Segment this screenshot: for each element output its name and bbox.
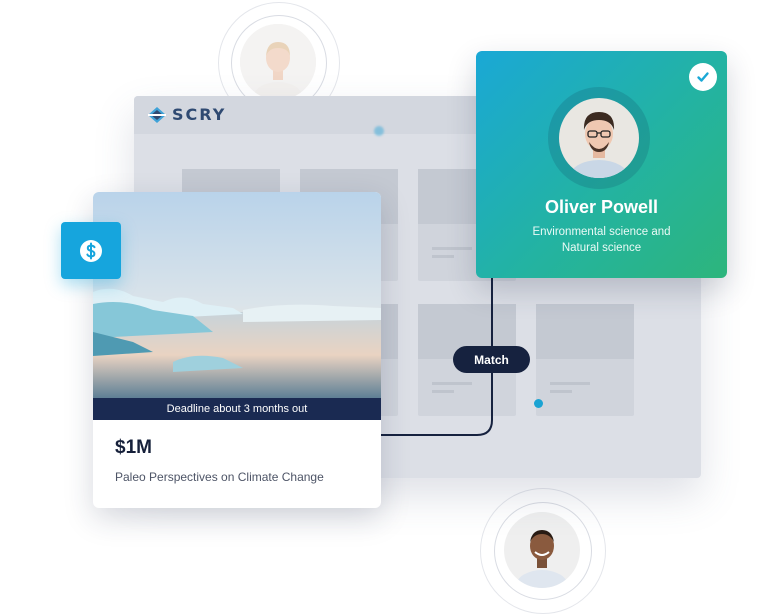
profile-field-line2: Natural science bbox=[561, 242, 642, 254]
grant-amount: $1M bbox=[115, 437, 152, 458]
check-icon bbox=[697, 72, 709, 82]
grant-card[interactable]: Deadline about 3 months out $1M Paleo Pe… bbox=[93, 192, 381, 508]
match-badge: Match bbox=[453, 346, 530, 373]
profile-field: Environmental science and Natural scienc… bbox=[506, 224, 697, 256]
profile-card[interactable]: Oliver Powell Environmental science and … bbox=[476, 51, 727, 278]
grant-photo-glacier bbox=[93, 192, 381, 398]
deadline-bar: Deadline about 3 months out bbox=[93, 398, 381, 420]
grant-title: Paleo Perspectives on Climate Change bbox=[115, 470, 324, 484]
dollar-badge bbox=[61, 222, 121, 279]
profile-field-line1: Environmental science and bbox=[532, 226, 671, 238]
profile-avatar bbox=[559, 98, 639, 178]
profile-name: Oliver Powell bbox=[544, 197, 659, 217]
dollar-icon bbox=[80, 239, 102, 262]
verified-badge bbox=[689, 63, 717, 91]
